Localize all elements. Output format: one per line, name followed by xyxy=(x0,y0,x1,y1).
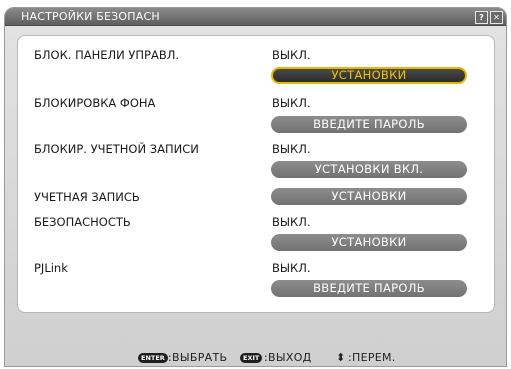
security-value: ВЫКЛ. xyxy=(272,215,311,229)
footer-hints: ENTER :ВЫБРАТЬ EXIT :ВЫХОД ⬍ :ПЕРЕМ. xyxy=(5,350,506,366)
move-arrows-icon: ⬍ xyxy=(336,351,346,364)
control-panel-lock-label: БЛОК. ПАНЕЛИ УПРАВЛ. xyxy=(34,48,180,62)
background-lock-value: ВЫКЛ. xyxy=(272,96,311,110)
security-settings-window: НАСТРОЙКИ БЕЗОПАСН ? ✕ БЛОК. ПАНЕЛИ УПРА… xyxy=(4,7,507,367)
title-bar: НАСТРОЙКИ БЕЗОПАСН ? ✕ xyxy=(5,8,506,26)
exit-key-icon: EXIT xyxy=(240,353,263,363)
settings-panel: БЛОК. ПАНЕЛИ УПРАВЛ. ВЫКЛ. УСТАНОВКИ БЛО… xyxy=(17,35,495,313)
account-settings-button[interactable]: УСТАНОВКИ xyxy=(271,188,467,205)
exit-hint: :ВЫХОД xyxy=(264,351,312,364)
account-lock-value: ВЫКЛ. xyxy=(272,142,311,156)
help-icon[interactable]: ? xyxy=(475,11,488,24)
account-lock-settings-on-button[interactable]: УСТАНОВКИ ВКЛ. xyxy=(271,161,467,178)
window-title: НАСТРОЙКИ БЕЗОПАСН xyxy=(21,10,160,23)
account-lock-label: БЛОКИР. УЧЕТНОЙ ЗАПИСИ xyxy=(34,142,199,156)
background-lock-password-button[interactable]: ВВЕДИТЕ ПАРОЛЬ xyxy=(271,116,467,133)
enter-key-icon: ENTER xyxy=(138,353,168,363)
select-hint: :ВЫБРАТЬ xyxy=(168,351,228,364)
pjlink-password-button[interactable]: ВВЕДИТЕ ПАРОЛЬ xyxy=(271,280,467,297)
security-label: БЕЗОПАСНОСТЬ xyxy=(34,215,131,229)
control-panel-lock-value: ВЫКЛ. xyxy=(272,48,311,62)
pjlink-label: PJLink xyxy=(34,261,68,275)
account-label: УЧЕТНАЯ ЗАПИСЬ xyxy=(34,190,140,204)
security-settings-button[interactable]: УСТАНОВКИ xyxy=(271,234,467,251)
background-lock-label: БЛОКИРОВКА ФОНА xyxy=(34,96,156,110)
close-icon[interactable]: ✕ xyxy=(490,11,503,24)
control-panel-lock-settings-button[interactable]: УСТАНОВКИ xyxy=(271,67,467,84)
pjlink-value: ВЫКЛ. xyxy=(272,261,311,275)
move-hint: :ПЕРЕМ. xyxy=(348,351,396,364)
